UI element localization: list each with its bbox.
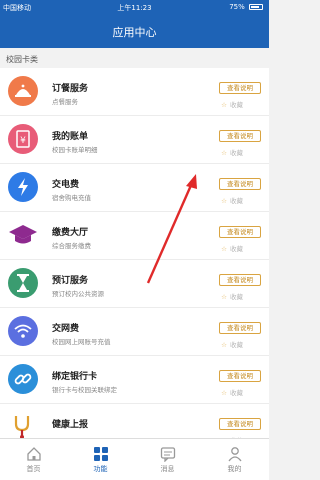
battery-percent: 75% bbox=[229, 3, 245, 11]
star-icon: ☆ bbox=[221, 245, 227, 253]
apps-icon bbox=[93, 447, 108, 461]
list-item[interactable]: 订餐服务 点餐服务 查看说明 ☆ 收藏 bbox=[0, 68, 269, 116]
star-icon: ☆ bbox=[221, 197, 227, 205]
star-icon: ☆ bbox=[221, 101, 227, 109]
item-subtitle: 银行卡与校园关联绑定 bbox=[52, 386, 117, 394]
section-header: 校园卡类 bbox=[0, 48, 269, 68]
item-subtitle: 宿舍购电充值 bbox=[52, 194, 91, 202]
favorite-button[interactable]: ☆收藏 bbox=[221, 147, 243, 157]
list-item[interactable]: 交网费 校园网上网账号充值 查看说明 ☆ 收藏 bbox=[0, 308, 269, 356]
list-item[interactable]: 预订服务 预订校内公共资源 查看说明 ☆ 收藏 bbox=[0, 260, 269, 308]
view-help-button[interactable]: 查看说明 bbox=[219, 274, 261, 286]
link-icon bbox=[8, 364, 38, 394]
favorite-label: 收藏 bbox=[230, 197, 243, 205]
item-name: 健康上报 bbox=[52, 420, 89, 430]
message-icon bbox=[160, 447, 175, 462]
favorite-label: 收藏 bbox=[230, 293, 243, 301]
svg-text:¥: ¥ bbox=[20, 136, 26, 146]
list-item[interactable]: 缴费大厅 综合服务缴费 查看说明 ☆ 收藏 bbox=[0, 212, 269, 260]
favorite-label: 收藏 bbox=[230, 245, 243, 253]
view-help-button[interactable]: 查看说明 bbox=[219, 418, 261, 430]
item-subtitle: 校园卡账单明细 bbox=[52, 146, 98, 154]
service-list: 订餐服务 点餐服务 查看说明 ☆ 收藏 ¥ 我的账单 校园卡账单明细 查看说明 ☆… bbox=[0, 68, 269, 438]
tab-label: 消息 bbox=[160, 465, 175, 473]
favorite-button[interactable]: ☆收藏 bbox=[221, 99, 243, 109]
view-help-button[interactable]: 查看说明 bbox=[219, 130, 261, 142]
home-icon bbox=[26, 447, 41, 461]
star-icon: ☆ bbox=[221, 149, 227, 157]
view-help-button[interactable]: 查看说明 bbox=[219, 178, 261, 190]
view-help-button[interactable]: 查看说明 bbox=[219, 82, 261, 94]
item-name: 预订服务 bbox=[52, 276, 89, 286]
item-name: 交电费 bbox=[52, 180, 80, 190]
tab-profile[interactable]: 我的 bbox=[201, 439, 268, 480]
favorite-button[interactable]: ☆收藏 bbox=[221, 243, 243, 253]
view-help-button[interactable]: 查看说明 bbox=[219, 322, 261, 334]
tab-label: 功能 bbox=[93, 465, 108, 473]
favorite-button[interactable]: ☆收藏 bbox=[221, 291, 243, 301]
favorite-label: 收藏 bbox=[230, 101, 243, 109]
battery-indicator: 75% bbox=[229, 3, 263, 11]
item-subtitle: 点餐服务 bbox=[52, 98, 78, 106]
bill-icon: ¥ bbox=[8, 124, 38, 154]
stethoscope-icon bbox=[8, 412, 38, 438]
star-icon: ☆ bbox=[221, 389, 227, 397]
tab-home[interactable]: 首页 bbox=[0, 439, 67, 480]
page-title: 应用中心 bbox=[112, 26, 157, 39]
list-item[interactable]: 交电费 宿舍购电充值 查看说明 ☆ 收藏 bbox=[0, 164, 269, 212]
star-icon: ☆ bbox=[221, 341, 227, 349]
item-name: 交网费 bbox=[52, 324, 80, 334]
item-name: 缴费大厅 bbox=[52, 228, 89, 238]
favorite-button[interactable]: ☆收藏 bbox=[221, 339, 243, 349]
graduation-cap-icon bbox=[8, 220, 38, 250]
wifi-icon bbox=[8, 316, 38, 346]
item-name: 我的账单 bbox=[52, 132, 89, 142]
item-subtitle: 校园网上网账号充值 bbox=[52, 338, 111, 346]
item-subtitle: 综合服务缴费 bbox=[52, 242, 91, 250]
hourglass-icon bbox=[8, 268, 38, 298]
user-icon bbox=[227, 447, 242, 462]
tab-messages[interactable]: 消息 bbox=[134, 439, 201, 480]
tab-functions[interactable]: 功能 bbox=[67, 439, 134, 480]
list-item[interactable]: 健康上报 查看说明 ☆收藏 bbox=[0, 404, 269, 438]
battery-icon bbox=[249, 4, 263, 10]
view-help-button[interactable]: 查看说明 bbox=[219, 226, 261, 238]
item-name: 绑定银行卡 bbox=[52, 372, 98, 382]
favorite-label: 收藏 bbox=[230, 149, 243, 157]
favorite-button[interactable]: ☆收藏 bbox=[221, 195, 243, 205]
list-item[interactable]: 绑定银行卡 银行卡与校园关联绑定 查看说明 ☆ 收藏 bbox=[0, 356, 269, 404]
view-help-button[interactable]: 查看说明 bbox=[219, 370, 261, 382]
lightning-icon bbox=[8, 172, 38, 202]
nav-bar: 应用中心 bbox=[0, 14, 269, 48]
list-item[interactable]: ¥ 我的账单 校园卡账单明细 查看说明 ☆ 收藏 bbox=[0, 116, 269, 164]
tab-bar: 首页 功能 消息 我的 bbox=[0, 438, 269, 480]
favorite-label: 收藏 bbox=[230, 389, 243, 397]
item-name: 订餐服务 bbox=[52, 84, 89, 94]
tab-label: 我的 bbox=[227, 465, 242, 473]
item-subtitle: 预订校内公共资源 bbox=[52, 290, 104, 298]
favorite-label: 收藏 bbox=[230, 341, 243, 349]
food-cover-icon bbox=[8, 76, 38, 106]
tab-label: 首页 bbox=[26, 465, 41, 473]
section-title: 校园卡类 bbox=[6, 55, 38, 64]
status-bar: 中国移动 上午11:23 75% bbox=[0, 0, 269, 14]
star-icon: ☆ bbox=[221, 293, 227, 301]
favorite-button[interactable]: ☆收藏 bbox=[221, 387, 243, 397]
